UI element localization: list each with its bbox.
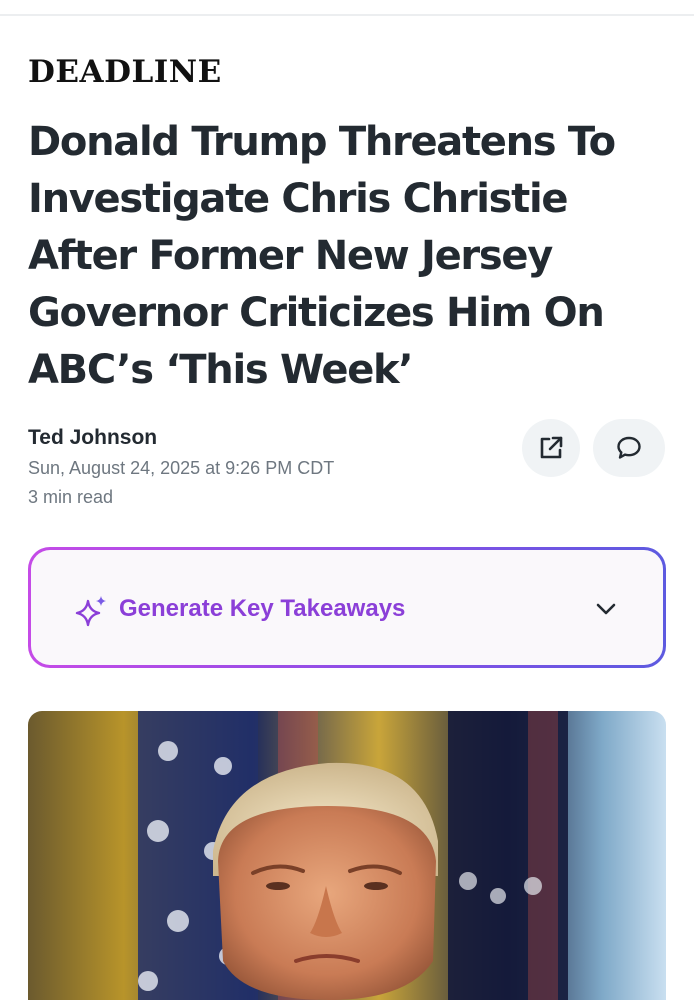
share-external-icon — [540, 436, 563, 459]
comment-button[interactable] — [593, 419, 665, 477]
publish-date: Sun, August 24, 2025 at 9:26 PM CDT — [28, 458, 335, 478]
share-button[interactable] — [522, 419, 580, 477]
top-divider — [0, 14, 694, 16]
generate-takeaways-label[interactable]: Generate Key Takeaways — [119, 594, 405, 624]
read-time: 3 min read — [28, 487, 114, 507]
author-name[interactable]: Ted Johnson — [28, 425, 157, 451]
article-headline: Donald Trump Threatens To Investigate Ch… — [28, 119, 616, 393]
comment-bubble-icon — [617, 436, 641, 459]
article-hero-image — [28, 711, 666, 1000]
publisher-logo[interactable]: DEADLINE — [28, 52, 222, 92]
sparkle-icon — [75, 596, 106, 627]
key-takeaways-card[interactable]: Generate Key Takeaways — [28, 547, 666, 668]
portrait-photo — [28, 711, 666, 1000]
chevron-down-icon[interactable] — [595, 598, 617, 620]
